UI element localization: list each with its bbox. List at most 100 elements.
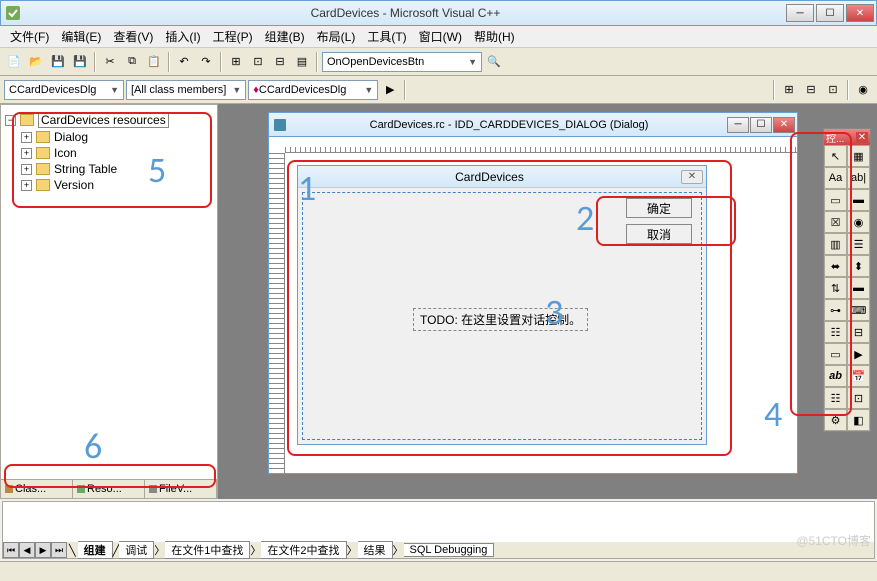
layout-tool-3-icon[interactable]: ⊡: [823, 80, 843, 100]
output-tab-build[interactable]: 组建: [78, 541, 113, 559]
expand-icon[interactable]: +: [21, 180, 32, 191]
group-box-tool-icon[interactable]: ▭: [824, 189, 847, 211]
tab-classview[interactable]: Clas...: [1, 480, 73, 498]
ok-button[interactable]: 确定: [626, 198, 692, 218]
dialog-preview[interactable]: CardDevices ✕ 确定 取消 TODO: 在这里设置对话控制。: [297, 165, 707, 445]
expand-icon[interactable]: +: [21, 164, 32, 175]
workspace-icon[interactable]: ⊞: [226, 52, 246, 72]
toolbox-close-icon[interactable]: ✕: [856, 132, 868, 143]
tab-tool-icon[interactable]: ▭: [824, 343, 847, 365]
child-close-button[interactable]: ✕: [773, 117, 795, 133]
tree-item-version[interactable]: + Version: [21, 177, 213, 193]
tab-icon: [149, 485, 157, 493]
animate-tool-icon[interactable]: ▶: [847, 343, 870, 365]
child-maximize-button[interactable]: ☐: [750, 117, 772, 133]
find-icon[interactable]: 🔍: [484, 52, 504, 72]
output-tab-results[interactable]: 结果: [358, 541, 393, 559]
redo-icon[interactable]: ↷: [196, 52, 216, 72]
ip-tool-icon[interactable]: ⊡: [847, 387, 870, 409]
vscroll-tool-icon[interactable]: ⬍: [847, 255, 870, 277]
menu-window[interactable]: 窗口(W): [413, 26, 468, 47]
layout-tool-2-icon[interactable]: ⊟: [801, 80, 821, 100]
cut-icon[interactable]: ✂: [100, 52, 120, 72]
new-file-icon[interactable]: 📄: [4, 52, 24, 72]
open-file-icon[interactable]: 📂: [26, 52, 46, 72]
richedit-tool-icon[interactable]: ab: [824, 365, 847, 387]
goto-icon[interactable]: ▶: [380, 80, 400, 100]
todo-static-text[interactable]: TODO: 在这里设置对话控制。: [413, 308, 588, 331]
hscroll-tool-icon[interactable]: ⬌: [824, 255, 847, 277]
tile-icon[interactable]: ⊟: [270, 52, 290, 72]
pointer-tool-icon[interactable]: ↖: [824, 145, 847, 167]
scroll-next-icon[interactable]: ▶: [35, 542, 51, 558]
combo-tool-icon[interactable]: ▥: [824, 233, 847, 255]
save-icon[interactable]: 💾: [48, 52, 68, 72]
radio-tool-icon[interactable]: ◉: [847, 211, 870, 233]
list-tool-icon[interactable]: ☷: [824, 321, 847, 343]
paste-icon[interactable]: 📋: [144, 52, 164, 72]
dialog-close-icon[interactable]: ✕: [681, 170, 703, 184]
month-tool-icon[interactable]: ☷: [824, 387, 847, 409]
tree-tool-icon[interactable]: ⊟: [847, 321, 870, 343]
sidebar-tabs: Clas... Reso... FileV...: [1, 479, 217, 498]
menu-file[interactable]: 文件(F): [4, 26, 55, 47]
expand-icon[interactable]: +: [21, 148, 32, 159]
menu-help[interactable]: 帮助(H): [468, 26, 521, 47]
slider-tool-icon[interactable]: ⊶: [824, 299, 847, 321]
scroll-first-icon[interactable]: ⏮: [3, 542, 19, 558]
layout-tool-1-icon[interactable]: ⊞: [779, 80, 799, 100]
scroll-last-icon[interactable]: ⏭: [51, 542, 67, 558]
output-tab-find2[interactable]: 在文件2中查找: [261, 541, 346, 559]
button-tool-icon[interactable]: ▬: [847, 189, 870, 211]
spin-tool-icon[interactable]: ⇅: [824, 277, 847, 299]
output-tab-sql[interactable]: SQL Debugging: [404, 543, 495, 557]
close-button[interactable]: ✕: [846, 4, 874, 22]
class-combo[interactable]: CCardDevicesDlg ▼: [4, 80, 124, 100]
minimize-button[interactable]: ─: [786, 4, 814, 22]
filter-combo[interactable]: [All class members] ▼: [126, 80, 246, 100]
scroll-prev-icon[interactable]: ◀: [19, 542, 35, 558]
collapse-icon[interactable]: −: [5, 115, 16, 126]
output-tab-find1[interactable]: 在文件1中查找: [165, 541, 250, 559]
menu-build[interactable]: 组建(B): [259, 26, 311, 47]
function-combo[interactable]: OnOpenDevicesBtn ▼: [322, 52, 482, 72]
tree-root[interactable]: − CardDevices resources: [5, 111, 213, 129]
child-minimize-button[interactable]: ─: [727, 117, 749, 133]
custom-tool-icon[interactable]: ⚙: [824, 409, 847, 431]
tab-label: Clas...: [15, 483, 46, 495]
menu-view[interactable]: 查看(V): [107, 26, 159, 47]
extended-tool-icon[interactable]: ◧: [847, 409, 870, 431]
undo-icon[interactable]: ↶: [174, 52, 194, 72]
tab-fileview[interactable]: FileV...: [145, 480, 217, 498]
copy-icon[interactable]: ⧉: [122, 52, 142, 72]
output-icon[interactable]: ▤: [292, 52, 312, 72]
save-all-icon[interactable]: 💾: [70, 52, 90, 72]
hotkey-tool-icon[interactable]: ⌨: [847, 299, 870, 321]
tree-item-dialog[interactable]: + Dialog: [21, 129, 213, 145]
menu-edit[interactable]: 编辑(E): [55, 26, 107, 47]
member-combo[interactable]: ♦ CCardDevicesDlg ▼: [248, 80, 378, 100]
menu-insert[interactable]: 插入(I): [159, 26, 206, 47]
design-surface[interactable]: CardDevices ✕ 确定 取消 TODO: 在这里设置对话控制。: [269, 153, 797, 473]
menu-project[interactable]: 工程(P): [207, 26, 259, 47]
window-list-icon[interactable]: ⊡: [248, 52, 268, 72]
progress-tool-icon[interactable]: ▬: [847, 277, 870, 299]
picture-tool-icon[interactable]: ▦: [847, 145, 870, 167]
datetime-tool-icon[interactable]: 📅: [847, 365, 870, 387]
tab-resourceview[interactable]: Reso...: [73, 480, 145, 498]
edit-box-tool-icon[interactable]: ab|: [847, 167, 870, 189]
checkbox-tool-icon[interactable]: ☒: [824, 211, 847, 233]
maximize-button[interactable]: ☐: [816, 4, 844, 22]
menu-tools[interactable]: 工具(T): [361, 26, 412, 47]
listbox-tool-icon[interactable]: ☰: [847, 233, 870, 255]
menu-layout[interactable]: 布局(L): [311, 26, 362, 47]
expand-icon[interactable]: +: [21, 132, 32, 143]
test-dialog-icon[interactable]: ◉: [853, 80, 873, 100]
static-text-tool-icon[interactable]: Aa: [824, 167, 847, 189]
tree-item-icon[interactable]: + Icon: [21, 145, 213, 161]
cancel-button[interactable]: 取消: [626, 224, 692, 244]
controls-toolbox[interactable]: 控... ✕ ↖ ▦ Aa ab| ▭ ▬ ☒ ◉ ▥ ☰ ⬌ ⬍ ⇅ ▬ ⊶ …: [823, 128, 871, 432]
toolbox-titlebar[interactable]: 控... ✕: [824, 129, 870, 145]
tree-item-string-table[interactable]: + String Table: [21, 161, 213, 177]
output-tab-debug[interactable]: 调试: [119, 541, 154, 559]
